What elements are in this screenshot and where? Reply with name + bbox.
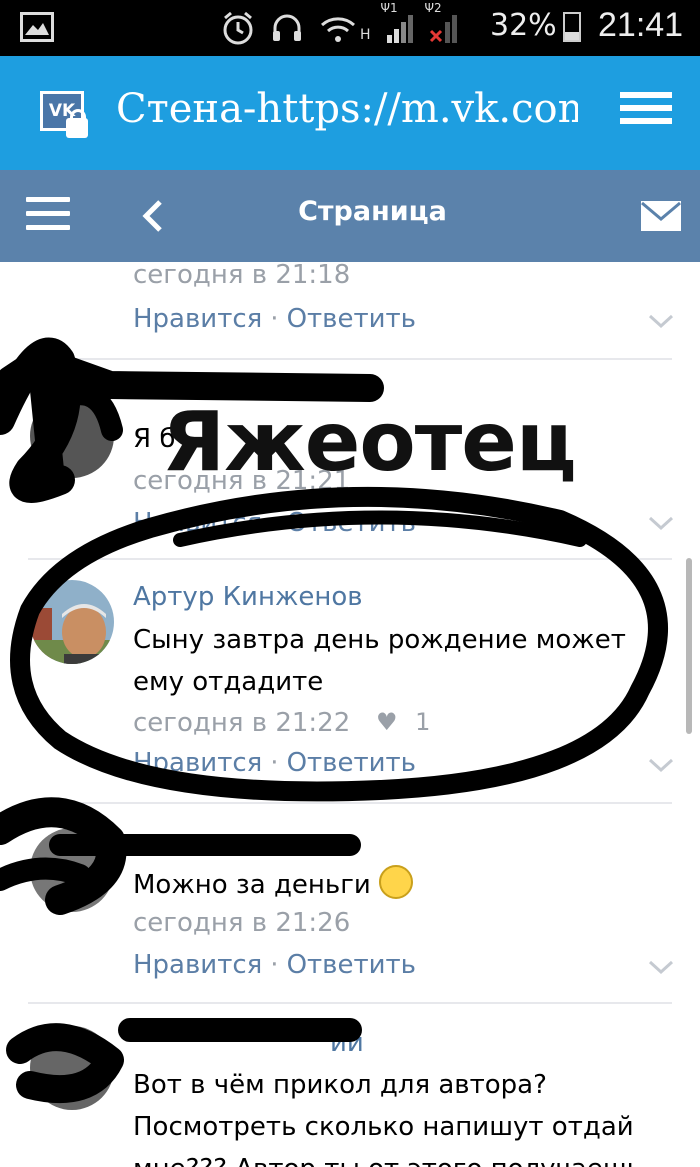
- marker-scribbles: [0, 337, 668, 1104]
- overlay-caption: Яжеотец: [162, 395, 577, 490]
